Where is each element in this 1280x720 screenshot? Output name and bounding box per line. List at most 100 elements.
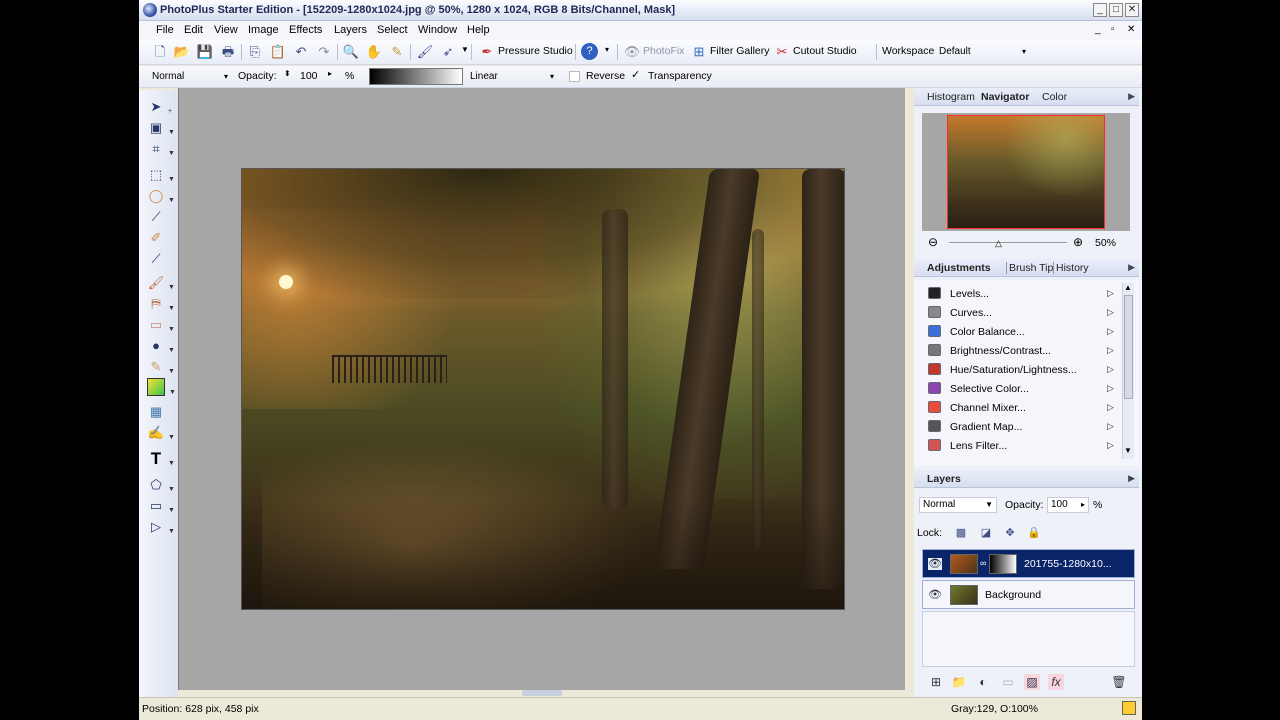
adjustment-item[interactable]: Gradient Map... ▷ [926,417,1126,436]
move-tool-icon[interactable]: ➤ + [147,98,173,116]
menu-file[interactable]: File [156,24,174,36]
pressure-studio-icon[interactable]: ✒ [478,43,496,61]
panel-menu-icon[interactable]: ▶ [1128,473,1135,484]
chevron-right-icon[interactable]: ▷ [1107,364,1114,375]
menu-view[interactable]: View [214,24,238,36]
new-group-icon[interactable]: 📁 [951,674,967,690]
menu-select[interactable]: Select [377,24,408,36]
chevron-right-icon[interactable]: ▷ [1107,440,1114,451]
adjustment-item[interactable]: Color Balance... ▷ [926,322,1126,341]
lasso-tool-icon[interactable]: ◯ ▼ [147,187,175,205]
layer-name[interactable]: 201755-1280x10... [1024,558,1112,570]
doc-minimize-button[interactable]: _ [1095,24,1101,35]
horizontal-scroll-thumb[interactable] [522,690,562,696]
new-layer-icon[interactable]: ⊞ [928,674,944,690]
clone-stamp-tool-icon[interactable]: ⛿ ▼ [147,295,175,313]
menu-image[interactable]: Image [248,24,279,36]
menu-window[interactable]: Window [418,24,457,36]
menu-edit[interactable]: Edit [184,24,203,36]
tab-layers[interactable]: Layers [927,473,961,485]
document-image[interactable] [241,168,845,610]
copy-icon[interactable]: ⎘ [246,43,264,61]
paintbrush-tool-icon[interactable]: 🖌 ▼ [147,274,175,292]
close-button[interactable]: ✕ [1125,3,1139,17]
adjustment-item[interactable]: Selective Color... ▷ [926,379,1126,398]
crop-select-tool-icon[interactable]: ▣ ▼ [147,119,175,137]
menu-effects[interactable]: Effects [289,24,322,36]
panel-menu-icon[interactable]: ▶ [1128,91,1135,102]
adjustment-item[interactable]: Levels... ▷ [926,284,1126,303]
zoom-level[interactable]: 50% [1095,237,1116,249]
adjustment-item[interactable]: Lens Filter... ▷ [926,436,1126,455]
chevron-right-icon[interactable]: ▷ [1107,307,1114,318]
tab-color[interactable]: Color [1042,91,1067,103]
brush-icon[interactable]: 🖌 [416,43,434,61]
chevron-right-icon[interactable]: ▷ [1107,288,1114,299]
tab-histogram[interactable]: Histogram [927,91,975,103]
shape-tool-icon[interactable]: ▭ ▼ [147,497,175,515]
opacity-spinner-icon[interactable]: ⬍ [284,69,291,78]
text-tool-icon[interactable]: T ▼ [147,450,175,468]
undo-icon[interactable]: ↶ [292,43,310,61]
adjustment-item[interactable]: Hue/Saturation/Lightness... ▷ [926,360,1126,379]
transparency-checkbox[interactable]: ✓ [631,68,640,81]
filter-gallery-button[interactable]: Filter Gallery [710,45,770,57]
photofix-button[interactable]: PhotoFix [643,45,684,57]
tab-navigator[interactable]: Navigator [981,91,1029,103]
opacity-input[interactable]: 100 [300,70,318,82]
tab-history[interactable]: History [1053,262,1089,274]
adjustment-item[interactable]: Curves... ▷ [926,303,1126,322]
eyedropper-tool-icon[interactable]: ⟋ [147,250,165,268]
mesh-warp-tool-icon[interactable]: ▦ [147,403,165,421]
open-folder-icon[interactable]: 📂 [173,43,191,61]
menu-layers[interactable]: Layers [334,24,367,36]
lock-all-icon[interactable]: 🔒 [1025,524,1043,542]
scroll-thumb[interactable] [1124,295,1133,399]
smudge-tool-icon[interactable]: ✎ ▼ [147,358,175,376]
selection-brush-tool-icon[interactable]: ✐ [147,229,165,247]
layer-blend-select[interactable]: Normal ▼ [919,497,997,513]
zoom-slider-thumb[interactable]: △ [995,238,1002,249]
lock-pixels-icon[interactable]: ◪ [977,524,995,542]
cutout-studio-icon[interactable]: ✂ [773,43,791,61]
zoom-out-icon[interactable]: ⊖ [928,235,938,249]
navigator-thumbnail[interactable] [922,113,1130,231]
chevron-right-icon[interactable]: ▷ [1107,421,1114,432]
gradient-fill-tool-icon[interactable]: ▼ [147,378,176,396]
pressure-studio-button[interactable]: Pressure Studio [498,45,573,57]
node-edit-tool-icon[interactable]: ▷ ▼ [147,518,175,536]
pointer-icon[interactable]: ➶ [439,43,457,61]
visibility-eye-icon[interactable]: 👁 [928,589,942,601]
new-file-icon[interactable]: 🗋 [151,43,169,61]
menu-help[interactable]: Help [467,24,490,36]
adjustment-item[interactable]: Brightness/Contrast... ▷ [926,341,1126,360]
opacity-arrow-icon[interactable]: ▸ [328,69,332,78]
print-icon[interactable]: 🖶 [219,43,237,61]
adjustment-layer-icon[interactable]: ◐ [975,674,991,690]
mask-link-icon[interactable]: ∞ [980,558,986,568]
save-icon[interactable]: 💾 [196,43,214,61]
filter-gallery-icon[interactable]: ⊞ [690,43,708,61]
warp-brush-tool-icon[interactable]: ✍ ▼ [147,424,175,442]
zoom-slider[interactable] [949,242,1067,243]
panel-menu-icon[interactable]: ▶ [1128,262,1135,273]
chevron-right-icon[interactable]: ▷ [1107,345,1114,356]
fx-icon[interactable]: fx [1048,674,1064,690]
layer-style-icon[interactable]: ▨ [1024,674,1040,690]
pen-tool-icon[interactable]: ⬠ ▼ [147,476,175,494]
doc-restore-button[interactable]: ▫ [1111,24,1115,35]
photofix-icon[interactable]: 👁 [623,43,641,61]
minimize-button[interactable]: _ [1093,3,1107,17]
lock-transparency-icon[interactable]: ▩ [952,524,970,542]
layer-opacity-input[interactable]: 100 ▸ [1047,497,1089,513]
gradient-swatch[interactable] [369,68,463,85]
magic-wand-tool-icon[interactable]: ⟋ [147,208,165,226]
mask-icon[interactable]: ▭ [1000,674,1016,690]
cutout-studio-button[interactable]: Cutout Studio [793,45,857,57]
tab-adjustments[interactable]: Adjustments [927,262,991,274]
maximize-button[interactable]: □ [1109,3,1123,17]
redo-icon[interactable]: ↷ [315,43,333,61]
lock-position-icon[interactable]: ✥ [1001,524,1019,542]
chevron-right-icon[interactable]: ▷ [1107,383,1114,394]
visibility-eye-icon[interactable]: 👁 [928,558,942,570]
